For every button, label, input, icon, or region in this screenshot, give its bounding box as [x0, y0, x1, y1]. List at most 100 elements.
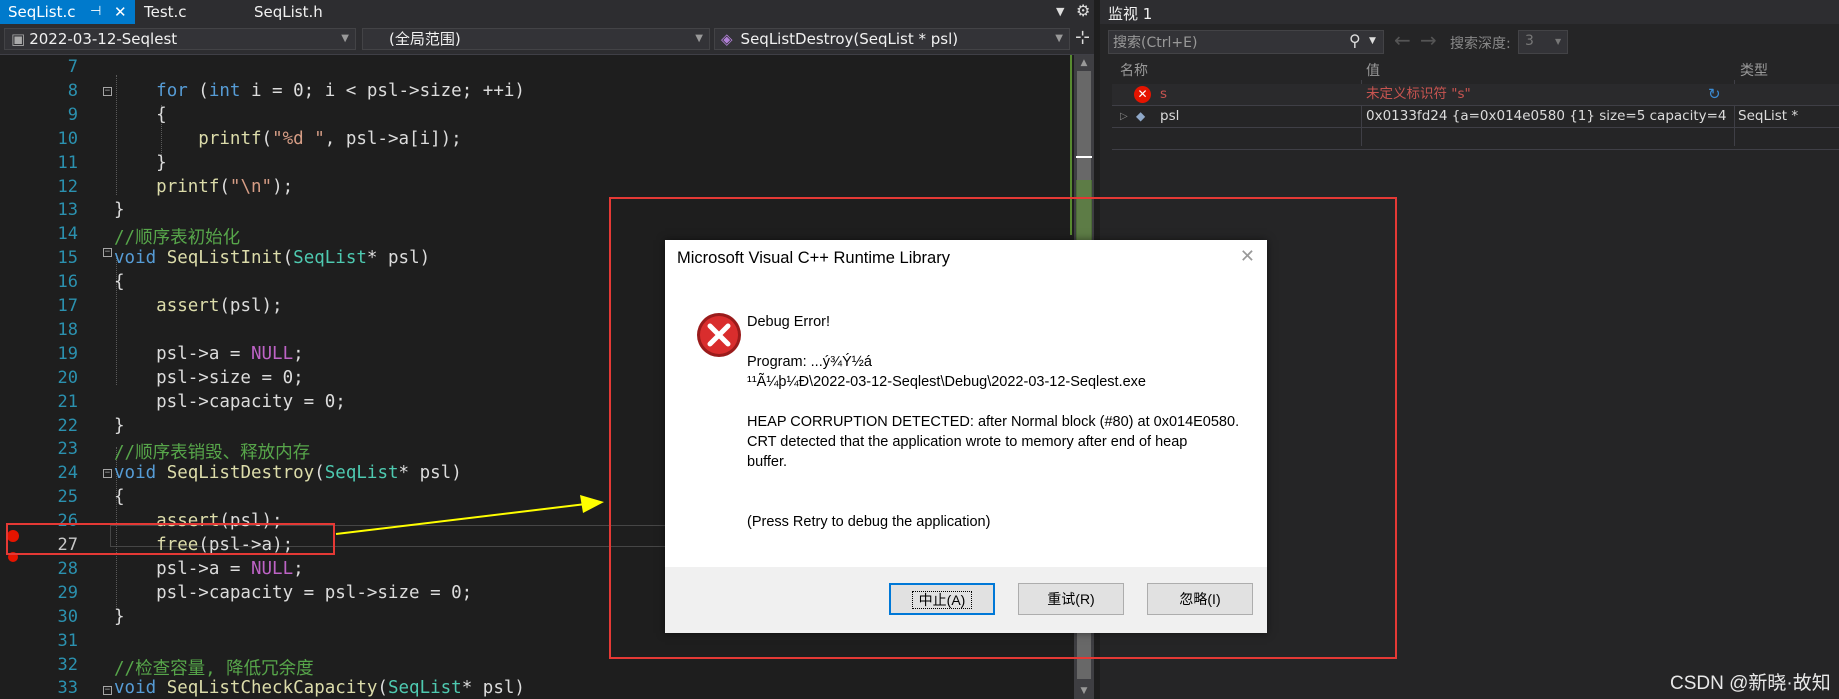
line-number: 33 [57, 678, 78, 699]
code-line[interactable]: assert(psl); [114, 296, 282, 316]
line-number: 23 [57, 439, 78, 460]
dialog-message-line: buffer. [747, 454, 788, 470]
method-cube-icon: ◈ [721, 30, 733, 48]
tab-label: SeqList.h [254, 3, 323, 21]
scroll-down-icon[interactable]: ▼ [1074, 683, 1094, 699]
arrow-line [335, 503, 587, 535]
line-number: 14 [57, 224, 78, 245]
scroll-up-icon[interactable]: ▲ [1074, 55, 1094, 71]
code-line[interactable]: { [114, 487, 125, 507]
refresh-icon[interactable]: ↻ [1708, 84, 1721, 105]
line-number: 25 [57, 487, 78, 508]
line-number: 22 [57, 415, 78, 436]
code-line[interactable]: printf("%d ", psl->a[i]); [114, 129, 461, 149]
column-header-type[interactable]: 类型 [1740, 60, 1768, 80]
gear-icon[interactable]: ⚙ [1076, 1, 1090, 20]
chevron-down-icon: ▼ [1055, 33, 1063, 44]
dialog-message-line: Program: ...ý¾Ý½á [747, 354, 872, 370]
dialog-message-line: (Press Retry to debug the application) [747, 514, 991, 530]
chevron-down-icon[interactable]: ▼ [1369, 36, 1376, 46]
dropdown-icon[interactable]: ▼ [1056, 5, 1064, 18]
ignore-button[interactable]: 忽略(I) [1147, 583, 1253, 615]
line-number: 11 [57, 152, 78, 173]
tab-seqlist-h[interactable]: SeqList.h [246, 0, 386, 24]
watch-search-input[interactable]: 搜索(Ctrl+E) ⚲ ▼ [1108, 30, 1384, 54]
watch-type: SeqList * [1738, 108, 1799, 124]
code-line[interactable]: //检查容量, 降低冗余度 [114, 655, 314, 680]
code-line[interactable]: psl->capacity = 0; [114, 392, 346, 412]
project-name: 2022-03-12-Seqlest [29, 30, 178, 48]
line-number: 31 [57, 630, 78, 651]
code-line[interactable]: } [114, 200, 125, 220]
code-line[interactable]: //顺序表销毁、释放内存 [114, 439, 310, 464]
arrow-left-icon[interactable]: ← [1394, 28, 1411, 52]
code-line[interactable]: //顺序表初始化 [114, 224, 240, 249]
search-depth-select[interactable]: 3 ▼ [1518, 30, 1568, 54]
code-line[interactable]: { [114, 105, 167, 125]
search-icon[interactable]: ⚲ [1349, 31, 1361, 50]
line-number: 18 [57, 319, 78, 340]
search-depth-label: 搜索深度: [1450, 36, 1511, 52]
retry-button[interactable]: 重试(R) [1018, 583, 1124, 615]
dialog-title: Microsoft Visual C++ Runtime Library [677, 249, 950, 267]
dialog-message-line [747, 332, 1247, 352]
column-header-name[interactable]: 名称 [1120, 60, 1148, 80]
split-icon[interactable]: ⊹ [1075, 27, 1090, 48]
fold-toggle[interactable]: − [103, 469, 112, 478]
function-dropdown[interactable]: ◈ SeqListDestroy(SeqList * psl) ▼ [714, 28, 1070, 50]
watch-row-empty[interactable] [1112, 128, 1839, 150]
line-number: 12 [57, 176, 78, 197]
abort-button[interactable]: 中止(A) [889, 583, 995, 615]
close-icon[interactable]: ✕ [1240, 246, 1255, 267]
code-line[interactable]: psl->capacity = psl->size = 0; [114, 583, 472, 603]
tab-test-c[interactable]: Test.c [136, 0, 246, 24]
dialog-message-line: CRT detected that the application wrote … [747, 434, 1188, 450]
search-depth-value: 3 [1525, 33, 1534, 49]
column-header-value[interactable]: 值 [1366, 60, 1380, 80]
code-line[interactable]: } [114, 416, 125, 436]
line-number: 17 [57, 296, 78, 316]
code-line[interactable]: psl->a = NULL; [114, 559, 304, 579]
code-line[interactable]: for (int i = 0; i < psl->size; ++i) [114, 81, 525, 101]
watermark: CSDN @新晓·故知 [1670, 673, 1831, 694]
dialog-message-line: HEAP CORRUPTION DETECTED: after Normal b… [747, 414, 1240, 430]
expand-arrow-icon[interactable]: ▷ [1120, 106, 1128, 127]
code-line[interactable]: printf("\n"); [114, 177, 293, 197]
line-number: 9 [67, 104, 78, 125]
code-line[interactable]: void SeqListDestroy(SeqList* psl) [114, 463, 462, 483]
line-number: 28 [57, 558, 78, 579]
line-number: 7 [67, 57, 78, 77]
error-x-icon [697, 313, 741, 357]
chevron-down-icon: ▼ [341, 33, 349, 44]
annotation-box-line [6, 523, 335, 555]
fold-toggle[interactable]: − [103, 686, 112, 695]
code-line[interactable]: } [114, 153, 167, 173]
line-number: 10 [57, 128, 78, 149]
code-line[interactable]: } [114, 607, 125, 627]
scope-dropdown[interactable]: (全局范围) ▼ [362, 28, 710, 50]
tab-seqlist-c[interactable]: SeqList.c ⊣ ✕ [0, 0, 135, 24]
variable-icon: ◆ [1136, 109, 1146, 123]
project-dropdown[interactable]: ▣ 2022-03-12-Seqlest ▼ [4, 28, 356, 50]
watch-row[interactable]: ▷ ◆ psl 0x0133fd24 {a=0x014e0580 {1} siz… [1112, 106, 1839, 128]
dialog-message-line [747, 472, 1247, 492]
tab-label: SeqList.c [8, 3, 76, 21]
code-line[interactable]: void SeqListCheckCapacity(SeqList* psl) [114, 678, 525, 698]
watch-name: s [1160, 86, 1168, 102]
scope-name: (全局范围) [389, 30, 461, 48]
code-line[interactable]: { [114, 272, 125, 292]
line-number: 19 [57, 343, 78, 364]
code-line[interactable]: psl->size = 0; [114, 368, 304, 388]
code-line[interactable]: psl->a = NULL; [114, 344, 304, 364]
watch-search-placeholder: 搜索(Ctrl+E) [1113, 35, 1198, 51]
watch-title: 监视 1 [1108, 5, 1153, 23]
close-icon[interactable]: ✕ [114, 0, 127, 24]
fold-toggle[interactable]: − [103, 248, 112, 257]
arrow-right-icon[interactable]: → [1420, 28, 1437, 52]
fold-toggle[interactable]: − [103, 87, 112, 96]
dialog-message-line: ¹¹Ã¼þ¼Ð\2022-03-12-Seqlest\Debug\2022-03… [747, 374, 1146, 390]
code-line[interactable]: void SeqListInit(SeqList* psl) [114, 248, 430, 268]
watch-row[interactable]: ✕ s 未定义标识符 "s" ↻ [1112, 84, 1839, 106]
pin-icon[interactable]: ⊣ [90, 0, 101, 24]
scroll-position-marker [1076, 156, 1092, 158]
